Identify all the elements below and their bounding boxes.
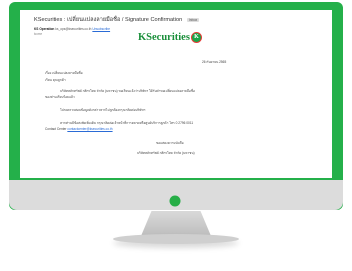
contact-email-link[interactable]: contactcenter@ksecurities.co.th [67, 127, 112, 131]
sender-line: KS Operation ks_ops@ksecurities.co.th Un… [34, 27, 110, 31]
power-indicator [169, 195, 181, 207]
sender-name[interactable]: KS Operation [34, 27, 54, 31]
paragraph-1-line-2: ของท่านเรียบร้อยแล้ว [45, 95, 75, 99]
logo-mark-icon: K [190, 32, 202, 44]
email-body-subject: เรื่อง เปลี่ยนแปลงลายมือชื่อ [45, 71, 83, 75]
inbox-label[interactable]: Inbox [186, 17, 200, 22]
email-screen: KSecurities : เปลี่ยนแปลงลายมือชื่อ / Si… [20, 10, 332, 178]
monitor-stand [141, 211, 211, 236]
recipient-line[interactable]: to me [34, 32, 42, 36]
unsubscribe-link[interactable]: Unsubscribe [92, 27, 110, 31]
monitor-base [113, 234, 239, 244]
paragraph-1-line-1: บริษัทหลักทรัพย์ กสิกรไทย จำกัด (มหาชน) … [60, 89, 195, 93]
paragraph-2: โปรดตรวจสอบข้อมูลดังกล่าวหากไม่ถูกต้องกร… [60, 108, 146, 112]
paragraph-3-line-1: หากท่านมีข้อสงสัยเพิ่มเติม กรุณาติดต่อเจ… [60, 121, 194, 125]
paragraph-3-line-2: Contact Center contactcenter@ksecurities… [45, 127, 113, 131]
sender-address: ks_ops@ksecurities.co.th [55, 27, 92, 31]
email-date: 26 กันยายน 2565 [202, 60, 227, 64]
signature-text: บริษัทหลักทรัพย์ กสิกรไทย จำกัด (มหาชน) [137, 151, 195, 155]
ksecurities-logo: KSecurities K [138, 32, 202, 44]
email-subject: KSecurities : เปลี่ยนแปลงลายมือชื่อ / Si… [34, 17, 200, 23]
email-greeting: เรียน คุณลูกค้า [45, 78, 66, 82]
closing-text: ขอแสดงความนับถือ [156, 141, 184, 145]
